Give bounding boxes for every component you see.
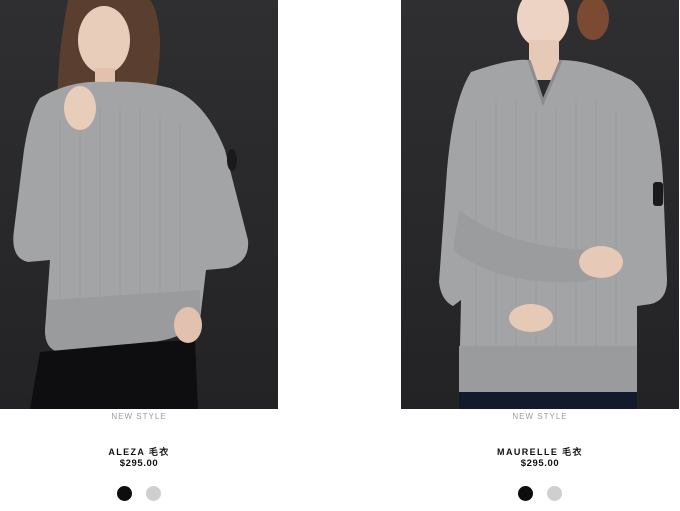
product-image-maurelle[interactable] [401, 0, 679, 409]
product-tag: NEW STYLE [512, 412, 568, 421]
swatch-black[interactable] [117, 486, 132, 501]
color-swatches [0, 486, 278, 501]
product-price: $295.00 [520, 458, 560, 469]
product-card-maurelle[interactable]: NEW STYLE MAURELLE 毛衣 $295.00 [401, 0, 679, 511]
product-price: $295.00 [119, 458, 159, 469]
product-image-aleza[interactable] [0, 0, 278, 409]
product-card-aleza[interactable]: NEW STYLE ALEZA 毛衣 $295.00 [0, 0, 278, 511]
product-name[interactable]: ALEZA 毛衣 [0, 445, 278, 458]
color-swatches [401, 486, 679, 501]
swatch-grey[interactable] [146, 486, 161, 501]
model-illustration [13, 0, 249, 409]
product-name[interactable]: MAURELLE 毛衣 [401, 445, 679, 458]
swatch-black[interactable] [518, 486, 533, 501]
product-tag: NEW STYLE [111, 412, 167, 421]
swatch-grey[interactable] [547, 486, 562, 501]
model-illustration [439, 0, 667, 409]
